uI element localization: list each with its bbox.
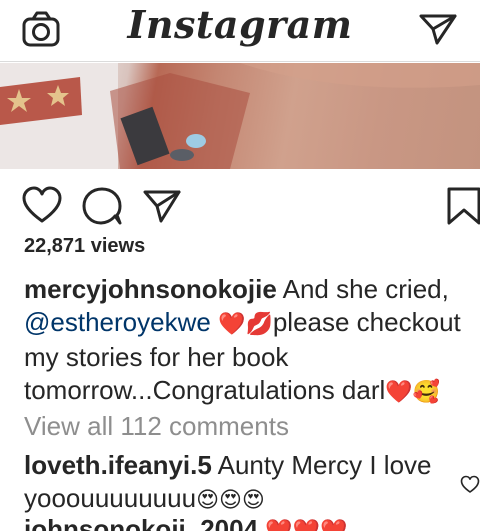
comment-icon[interactable] [82, 186, 122, 226]
direct-message-icon[interactable] [418, 10, 458, 48]
view-count[interactable]: 22,871 views [24, 235, 145, 258]
caption-username[interactable]: mercyjohnsonokojie [24, 274, 277, 304]
comment-emoji: ❤️❤️❤️ [265, 519, 347, 531]
comment-like-heart-icon[interactable] [460, 475, 480, 495]
post-photo-content [0, 63, 480, 169]
comment-emoji: 😍😍😍 [196, 488, 265, 513]
caption-emoji-end: ❤️🥰 [385, 380, 441, 405]
bookmark-icon[interactable] [444, 186, 480, 226]
share-icon[interactable] [142, 186, 182, 226]
top-navigation-bar: Instagram [0, 0, 480, 62]
post-photo[interactable] [0, 63, 480, 169]
heart-icon[interactable] [22, 186, 62, 226]
post-actions [0, 180, 480, 232]
app-logo: Instagram [127, 2, 353, 47]
comment-item: johnsonokoji_2004 ❤️❤️❤️ [24, 513, 348, 531]
post-caption: mercyjohnsonokojie And she cried, @esthe… [24, 273, 474, 409]
view-all-comments-link[interactable]: View all 112 comments [24, 411, 289, 442]
comment-username[interactable]: johnsonokoji_2004 [24, 514, 258, 531]
caption-text: And she cried, [276, 274, 449, 304]
caption-emoji: ❤️💋 [218, 312, 273, 337]
caption-mention[interactable]: @estheroyekwe [24, 307, 211, 337]
comment-username[interactable]: loveth.ifeanyi.5 [24, 450, 212, 480]
comment-item: loveth.ifeanyi.5 Aunty Mercy I love yooo… [24, 449, 444, 517]
